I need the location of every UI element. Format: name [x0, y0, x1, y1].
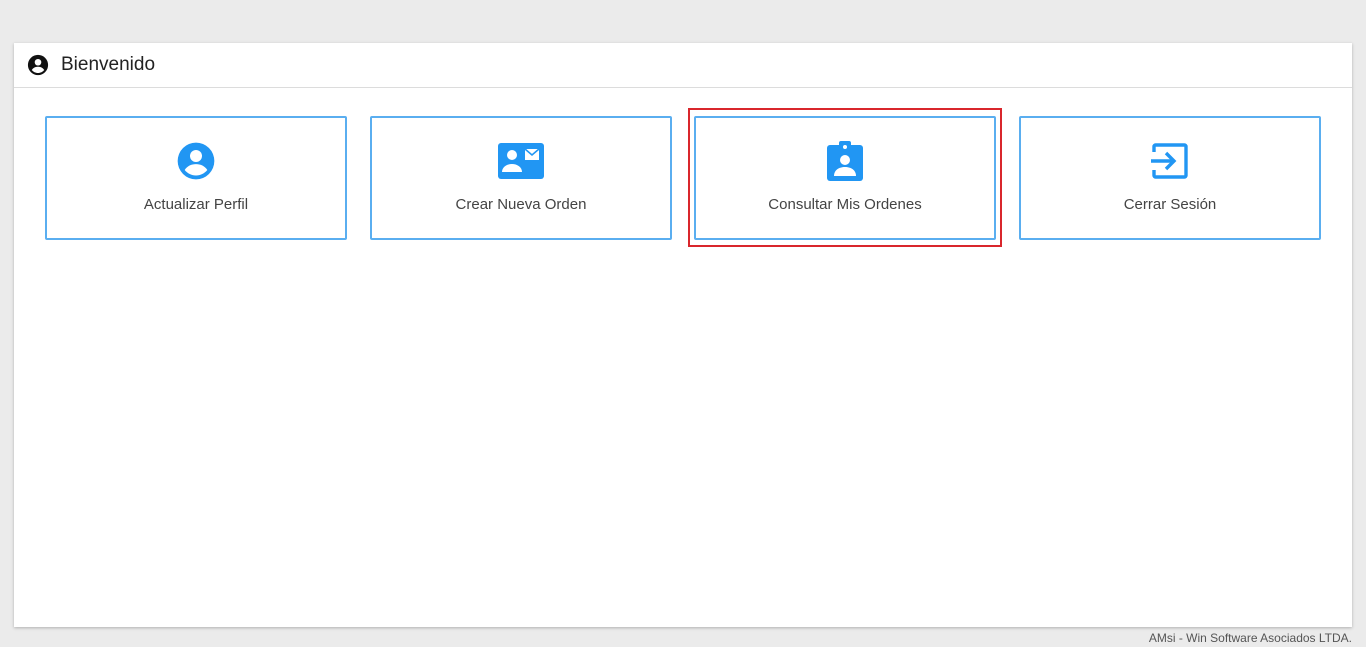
exit-to-app-icon: [1151, 140, 1189, 182]
tile-label: Cerrar Sesión: [1123, 196, 1217, 213]
account-circle-icon: [27, 54, 49, 76]
view-orders-button[interactable]: Consultar Mis Ordenes: [694, 116, 996, 240]
update-profile-button[interactable]: Actualizar Perfil: [45, 116, 347, 240]
contact-mail-icon: [498, 140, 544, 182]
footer-text: AMsi - Win Software Asociados LTDA.: [1148, 631, 1352, 645]
create-order-button[interactable]: Crear Nueva Orden: [370, 116, 672, 240]
tile-label: Actualizar Perfil: [143, 196, 249, 213]
panel-header: Bienvenido: [14, 43, 1352, 88]
menu-tiles: Actualizar Perfil Crear Nueva Orden Cons…: [45, 116, 1321, 240]
assignment-ind-icon: [827, 140, 863, 182]
tile-label: Consultar Mis Ordenes: [768, 196, 922, 213]
page-title: Bienvenido: [61, 54, 156, 75]
account-circle-icon: [176, 140, 216, 182]
welcome-panel: Bienvenido Actualizar Perfil Crear Nueva…: [14, 43, 1352, 627]
tile-label: Crear Nueva Orden: [455, 196, 587, 213]
logout-button[interactable]: Cerrar Sesión: [1019, 116, 1321, 240]
